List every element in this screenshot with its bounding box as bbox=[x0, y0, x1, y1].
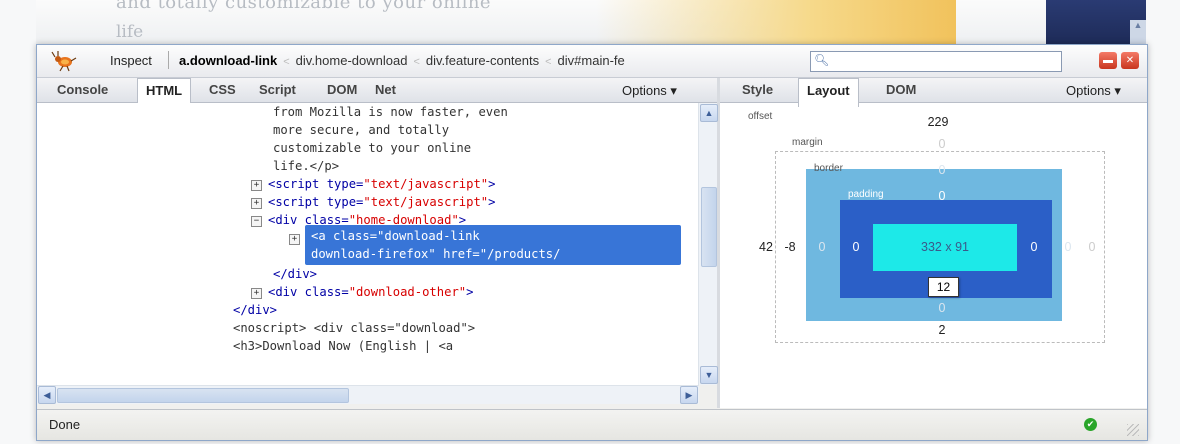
options-menu[interactable]: Options ▾ bbox=[1066, 83, 1121, 99]
html-tree: from Mozilla is now faster, even more se… bbox=[37, 103, 699, 385]
margin-right-value[interactable]: 0 bbox=[1082, 240, 1102, 254]
code-line: </div> bbox=[233, 303, 278, 317]
html-panel: Console HTML CSS Script DOM Net Options … bbox=[37, 78, 720, 408]
padding-bottom-editor[interactable]: 12 bbox=[928, 277, 959, 297]
margin-label: margin bbox=[792, 137, 823, 148]
scroll-right-icon[interactable]: ▶ bbox=[680, 386, 698, 404]
breadcrumb-arrow-icon: < bbox=[545, 56, 552, 68]
search-icon: 🔍︎ bbox=[814, 53, 830, 67]
layout-box-model: offset 229 margin 0 border 0 padding 0 3… bbox=[720, 103, 1147, 408]
minimize-button[interactable]: ▬ bbox=[1099, 52, 1117, 69]
padding-left-value[interactable]: 0 bbox=[846, 240, 866, 254]
offset-left-value[interactable]: 42 bbox=[756, 240, 776, 254]
code-line: </div> bbox=[273, 267, 318, 281]
tree-node[interactable]: + <script type="text/javascript"> bbox=[251, 175, 495, 193]
padding-label: padding bbox=[848, 189, 884, 200]
firebug-toolbar: Inspect a.download-link < div.home-downloa… bbox=[37, 45, 1147, 78]
padding-top-value[interactable]: 0 bbox=[932, 189, 952, 203]
breadcrumb-item[interactable]: a.download-link bbox=[179, 53, 277, 68]
tab-dom[interactable]: DOM bbox=[327, 82, 357, 97]
tab-style[interactable]: Style bbox=[742, 82, 773, 97]
scroll-thumb[interactable] bbox=[701, 187, 717, 267]
border-right-value[interactable]: 0 bbox=[1058, 240, 1078, 254]
breadcrumb: a.download-link < div.home-download < div.fe… bbox=[179, 53, 625, 68]
offset-label: offset bbox=[748, 111, 773, 122]
expand-icon[interactable]: + bbox=[251, 288, 262, 299]
options-menu[interactable]: Options ▾ bbox=[622, 83, 677, 99]
tab-css[interactable]: CSS bbox=[209, 82, 236, 97]
expand-icon[interactable]: + bbox=[289, 234, 300, 245]
expand-icon[interactable]: + bbox=[251, 198, 262, 209]
close-button[interactable]: ✕ bbox=[1121, 52, 1139, 69]
breadcrumb-arrow-icon: < bbox=[283, 56, 290, 68]
breadcrumb-item[interactable]: div.feature-contents bbox=[426, 53, 539, 68]
border-top-value[interactable]: 0 bbox=[932, 163, 952, 177]
expand-icon[interactable]: + bbox=[251, 180, 262, 191]
scroll-thumb[interactable] bbox=[57, 388, 349, 403]
breadcrumb-arrow-icon: < bbox=[413, 56, 420, 68]
page-text-line: and totally customizable to your online bbox=[116, 0, 492, 13]
expand-icon-wrap: + bbox=[289, 229, 306, 247]
margin-left-value[interactable]: -8 bbox=[780, 240, 800, 254]
selected-node[interactable]: <a class="download-link download-firefox… bbox=[305, 225, 681, 265]
horizontal-scrollbar[interactable]: ◀ ▶ bbox=[37, 385, 699, 404]
code-line: <h3>Download Now (English | <a bbox=[233, 339, 454, 353]
vertical-scrollbar[interactable]: ▲ ▼ bbox=[698, 103, 718, 385]
collapse-icon[interactable]: − bbox=[251, 216, 262, 227]
margin-top-value[interactable]: 0 bbox=[932, 137, 952, 151]
toolbar-separator bbox=[168, 51, 169, 69]
tree-node[interactable]: + <script type="text/javascript"> bbox=[251, 193, 495, 211]
content-size-value[interactable]: 332 x 91 bbox=[898, 240, 992, 254]
resize-grip-icon[interactable] bbox=[1127, 424, 1139, 436]
side-panel: Style Layout DOM Options ▾ offset 229 ma… bbox=[720, 78, 1147, 408]
border-bottom-value[interactable]: 0 bbox=[932, 301, 952, 315]
side-panel-tabs: Style Layout DOM Options ▾ bbox=[720, 78, 1147, 107]
tree-node[interactable]: + <div class="download-other"> bbox=[251, 283, 473, 301]
inspect-button[interactable]: Inspect bbox=[110, 53, 152, 68]
code-line: <noscript> <div class="download"> bbox=[233, 321, 476, 335]
breadcrumb-item[interactable]: div#main-fe bbox=[558, 53, 625, 68]
code-line: from Mozilla is now faster, even bbox=[273, 105, 508, 119]
status-text: Done bbox=[49, 417, 81, 432]
page-banner bbox=[596, 0, 956, 44]
page-scroll-up-button[interactable]: ▲ bbox=[1130, 20, 1146, 44]
search-input[interactable]: 🔍︎ bbox=[810, 51, 1062, 72]
breadcrumb-item[interactable]: div.home-download bbox=[296, 53, 408, 68]
tab-console[interactable]: Console bbox=[57, 82, 108, 97]
tab-script[interactable]: Script bbox=[259, 82, 296, 97]
status-bar: Done ✔ bbox=[37, 409, 1147, 440]
scroll-down-icon[interactable]: ▼ bbox=[700, 366, 718, 384]
firebug-window: Inspect a.download-link < div.home-downloa… bbox=[36, 44, 1148, 441]
code-line: customizable to your online bbox=[273, 141, 472, 155]
scroll-left-icon[interactable]: ◀ bbox=[38, 386, 56, 404]
border-left-value[interactable]: 0 bbox=[812, 240, 832, 254]
page-background: and totally customizable to your online … bbox=[36, 0, 1146, 44]
panel-tabs: Console HTML CSS Script DOM Net Options … bbox=[37, 78, 717, 107]
firebug-icon[interactable] bbox=[51, 49, 77, 73]
tab-dom-side[interactable]: DOM bbox=[886, 82, 916, 97]
code-line: more secure, and totally bbox=[273, 123, 450, 137]
scroll-up-icon[interactable]: ▲ bbox=[700, 104, 718, 122]
code-line: life.</p> bbox=[273, 159, 340, 173]
padding-right-value[interactable]: 0 bbox=[1024, 240, 1044, 254]
margin-bottom-value[interactable]: 2 bbox=[932, 323, 952, 337]
checkmark-icon[interactable]: ✔ bbox=[1084, 418, 1097, 431]
offset-top-value[interactable]: 229 bbox=[918, 115, 958, 129]
code-line: <a class="download-link bbox=[311, 229, 480, 243]
tab-net[interactable]: Net bbox=[375, 82, 396, 97]
border-label: border bbox=[814, 163, 843, 174]
page-text-line: life bbox=[116, 22, 144, 42]
code-line: download-firefox" href="/products/ bbox=[311, 247, 561, 261]
